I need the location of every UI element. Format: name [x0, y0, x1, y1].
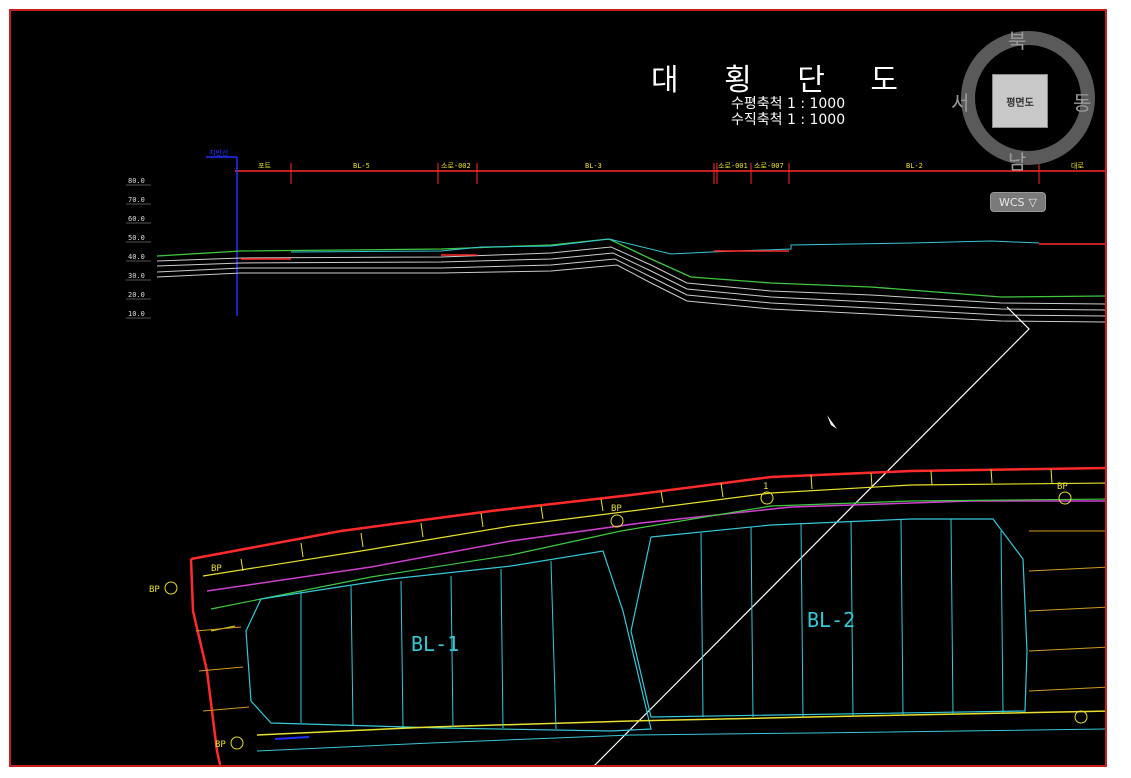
- segment-label: 소로-007: [754, 162, 784, 170]
- viewcube-face-top[interactable]: 평면도: [992, 74, 1048, 128]
- compass-south[interactable]: 남: [1008, 146, 1026, 175]
- bp-label: BP: [215, 740, 226, 750]
- wcs-label: WCS: [998, 195, 1025, 209]
- elevation-label: 50.0: [128, 234, 145, 242]
- block-label: BL-2: [807, 608, 855, 632]
- bp-label: BP: [1057, 482, 1068, 492]
- compass-north[interactable]: 북: [1008, 25, 1026, 54]
- block-label: BL-1: [411, 632, 459, 656]
- drawing-canvas[interactable]: 지반선 포트 BL-5 소로-002 BL-3 소로-001 소로-007 BL…: [11, 11, 1107, 767]
- cursor-arrow-icon: [827, 415, 837, 429]
- bp-label: BP: [149, 585, 160, 595]
- segment-label: BL-2: [906, 162, 923, 170]
- segment-label: 포트: [258, 162, 271, 170]
- chevron-down-icon: ▽: [1028, 195, 1037, 209]
- elevation-label: 10.0: [128, 310, 145, 318]
- point-label: 1: [763, 482, 768, 492]
- segment-label: 소로-001: [718, 162, 748, 170]
- ground-profile: [156, 238, 1105, 323]
- cad-viewport[interactable]: 지반선 포트 BL-5 소로-002 BL-3 소로-001 소로-007 BL…: [9, 9, 1107, 767]
- plan-view: [189, 466, 1105, 765]
- elevation-label: 20.0: [128, 291, 145, 299]
- profile-header: 지반선 포트 BL-5 소로-002 BL-3 소로-001 소로-007 BL…: [206, 148, 1105, 316]
- viewcube[interactable]: 북 남 서 동 평면도: [949, 17, 1103, 174]
- bp-label: BP: [211, 564, 222, 574]
- profile-start-label: 지반선: [209, 148, 228, 157]
- segment-label: BL-5: [353, 162, 370, 170]
- elevation-label: 30.0: [128, 272, 145, 280]
- elevation-label: 60.0: [128, 215, 145, 223]
- elevation-label: 70.0: [128, 196, 145, 204]
- compass-east[interactable]: 동: [1073, 87, 1091, 116]
- elevation-label: 80.0: [128, 177, 145, 185]
- elevation-label: 40.0: [128, 253, 145, 261]
- vertical-scale: 수직축척 1 : 1000: [731, 112, 846, 128]
- elevation-scale: 80.0 70.0 60.0 50.0 40.0 30.0 20.0 10.0: [126, 177, 151, 319]
- segment-label: BL-3: [585, 162, 602, 170]
- bp-label: BP: [611, 504, 622, 514]
- segment-label: 소로-002: [441, 162, 471, 170]
- compass-west[interactable]: 서: [951, 87, 969, 116]
- wcs-dropdown[interactable]: WCS ▽: [990, 192, 1046, 212]
